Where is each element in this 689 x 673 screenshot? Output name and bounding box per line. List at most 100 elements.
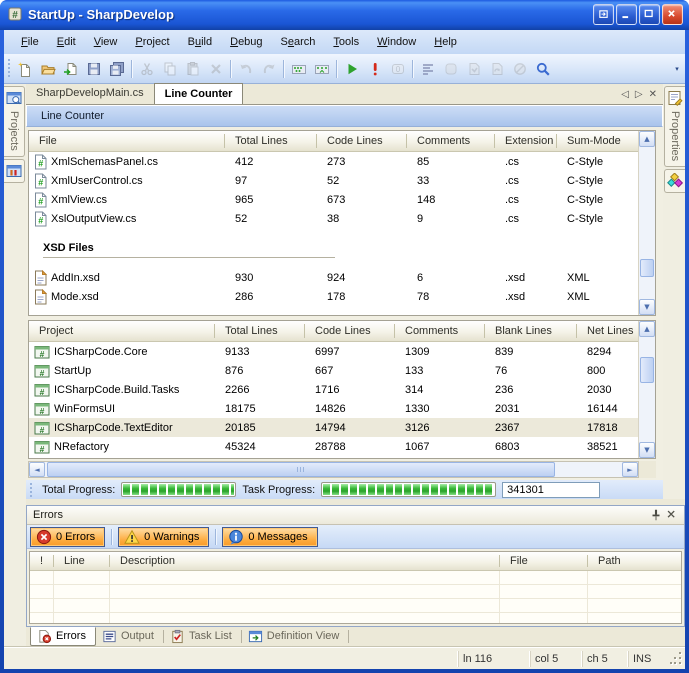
toolbar-button-new-file[interactable] xyxy=(13,58,36,80)
toolbar-button-comment-region[interactable] xyxy=(287,58,310,80)
menu-item-project[interactable]: Project xyxy=(126,32,178,52)
tab-line-counter[interactable]: Line Counter xyxy=(154,83,244,104)
tab-sharpdevelopmain-cs[interactable]: SharpDevelopMain.cs xyxy=(26,84,154,104)
scroll-track[interactable] xyxy=(45,462,622,477)
projects-table-row[interactable]: #StartUp87666713376800 xyxy=(29,361,638,380)
column-header-description[interactable]: Description xyxy=(110,552,500,570)
toolbar-button-open-with[interactable] xyxy=(59,58,82,80)
menu-item-view[interactable]: View xyxy=(85,32,127,52)
toolbar-button-delete[interactable] xyxy=(204,58,227,80)
projects-table-row[interactable]: #ICSharpCode.Build.Tasks2266171631423620… xyxy=(29,380,638,399)
projects-table-row[interactable]: #NRefactory45324287881067680338521 xyxy=(29,437,638,456)
scroll-track[interactable] xyxy=(639,337,655,442)
toolbar-button-run[interactable] xyxy=(340,58,363,80)
column-header-file[interactable]: File xyxy=(500,552,588,570)
toolbar-button-redo[interactable] xyxy=(257,58,280,80)
vertical-scrollbar[interactable]: ▲▼ xyxy=(638,131,655,315)
toolbar-grip[interactable] xyxy=(30,483,32,497)
column-header-path[interactable]: Path xyxy=(588,552,682,570)
vertical-scrollbar[interactable]: ▲▼ xyxy=(638,321,655,458)
close-window-button[interactable] xyxy=(662,4,683,25)
scroll-thumb[interactable] xyxy=(47,462,555,477)
toolbar-button-stop-build[interactable] xyxy=(363,58,386,80)
column-header-extension[interactable]: Extension xyxy=(495,131,557,151)
menu-item-help[interactable]: Help xyxy=(425,32,466,52)
projects-table-row[interactable]: #ICSharpCode.Core9133699713098398294 xyxy=(29,342,638,361)
column-header-sum-mode[interactable]: Sum-Mode xyxy=(557,131,638,151)
column-header-total-lines[interactable]: Total Lines xyxy=(215,321,305,341)
toolbar-button-abort-build[interactable] xyxy=(508,58,531,80)
toolbar-button-copy[interactable] xyxy=(158,58,181,80)
toolbar-button-format-document[interactable] xyxy=(439,58,462,80)
files-table-row[interactable]: #XmlSchemasPanel.cs41227385.csC-Style xyxy=(29,152,638,171)
column-header-comments[interactable]: Comments xyxy=(407,131,495,151)
menu-item-search[interactable]: Search xyxy=(272,32,325,52)
scroll-right-button[interactable]: ► xyxy=(622,462,638,477)
close-panel-button[interactable] xyxy=(664,508,680,523)
toolbar-button-rebuild-project[interactable] xyxy=(485,58,508,80)
toolbar-button-sort-lines[interactable] xyxy=(416,58,439,80)
projects-table-row[interactable]: #SharpReport337114134113732998 xyxy=(29,456,638,458)
close-document-button[interactable]: ✕ xyxy=(649,89,657,100)
side-tab-tools[interactable] xyxy=(4,159,25,183)
bottom-tab-definition-view[interactable]: Definition View xyxy=(242,627,349,646)
prev-tab-button[interactable]: ◁ xyxy=(621,89,629,100)
column-header-total-lines[interactable]: Total Lines xyxy=(225,131,317,151)
menu-item-build[interactable]: Build xyxy=(179,32,221,52)
menu-item-debug[interactable]: Debug xyxy=(221,32,271,52)
side-tab-properties[interactable]: Properties xyxy=(664,86,685,167)
scroll-down-button[interactable]: ▼ xyxy=(639,299,655,315)
toolbar-button-search[interactable] xyxy=(531,58,554,80)
files-table-row[interactable]: #XslOutputView.cs52389.csC-Style xyxy=(29,209,638,228)
window-resize-grip[interactable] xyxy=(670,651,684,667)
dock-window-button[interactable] xyxy=(593,4,614,25)
projects-table-row[interactable]: #WinFormsUI18175148261330203116144 xyxy=(29,399,638,418)
scroll-thumb[interactable] xyxy=(640,357,654,383)
column-header-net-lines[interactable]: Net Lines xyxy=(577,321,638,341)
column-header-project[interactable]: Project xyxy=(29,321,215,341)
minimize-button[interactable] xyxy=(616,4,637,25)
column-header-line[interactable]: Line xyxy=(54,552,110,570)
toolbar-overflow-button[interactable]: ▾ xyxy=(671,56,683,82)
column-header-code-lines[interactable]: Code Lines xyxy=(317,131,407,151)
scroll-up-button[interactable]: ▲ xyxy=(639,321,655,337)
bottom-tab-output[interactable]: Output xyxy=(96,627,163,646)
bottom-tab-errors[interactable]: Errors xyxy=(30,627,96,646)
column-header-comments[interactable]: Comments xyxy=(395,321,485,341)
toolbar-button-open-file[interactable] xyxy=(36,58,59,80)
toolbar-button-profiler[interactable]: 0 xyxy=(386,58,409,80)
scroll-down-button[interactable]: ▼ xyxy=(639,442,655,458)
column-header-blank-lines[interactable]: Blank Lines xyxy=(485,321,577,341)
toolbar-button-save-all[interactable] xyxy=(105,58,128,80)
files-table-row[interactable]: AddIn.xsd9309246.xsdXML xyxy=(29,268,638,287)
toggle-0-warnings-button[interactable]: 0 Warnings xyxy=(118,527,209,547)
pin-panel-button[interactable] xyxy=(648,508,664,523)
toolbar-button-paste[interactable] xyxy=(181,58,204,80)
scroll-left-button[interactable]: ◄ xyxy=(29,462,45,477)
files-table-row[interactable]: Mode.xsd28617878.xsdXML xyxy=(29,287,638,306)
files-table-row[interactable]: #XmlUserControl.cs975233.csC-Style xyxy=(29,171,638,190)
toolbar-grip[interactable] xyxy=(8,59,10,79)
bottom-tab-task-list[interactable]: Task List xyxy=(164,627,241,646)
toolbar-button-cut[interactable] xyxy=(135,58,158,80)
menu-item-tools[interactable]: Tools xyxy=(324,32,368,52)
side-tab-projects[interactable]: Projects xyxy=(4,86,25,157)
next-tab-button[interactable]: ▷ xyxy=(635,89,643,100)
toolbar-button-undo[interactable] xyxy=(234,58,257,80)
scroll-track[interactable] xyxy=(639,147,655,299)
projects-table-row[interactable]: #ICSharpCode.TextEditor20185147943126236… xyxy=(29,418,638,437)
toggle-0-messages-button[interactable]: 0 Messages xyxy=(222,527,317,547)
column-header-file[interactable]: File xyxy=(29,131,225,151)
menu-item-edit[interactable]: Edit xyxy=(48,32,85,52)
maximize-button[interactable] xyxy=(639,4,660,25)
menu-item-window[interactable]: Window xyxy=(368,32,425,52)
horizontal-scrollbar[interactable]: ◄ ► xyxy=(28,461,639,478)
toolbar-button-save-file[interactable] xyxy=(82,58,105,80)
menu-item-file[interactable]: File xyxy=(12,32,48,52)
column-header-code-lines[interactable]: Code Lines xyxy=(305,321,395,341)
side-tab-toolbox[interactable] xyxy=(664,169,685,193)
toggle-0-errors-button[interactable]: 0 Errors xyxy=(30,527,105,547)
toolbar-button-build-project[interactable] xyxy=(462,58,485,80)
scroll-up-button[interactable]: ▲ xyxy=(639,131,655,147)
toolbar-button-uncomment-region[interactable] xyxy=(310,58,333,80)
